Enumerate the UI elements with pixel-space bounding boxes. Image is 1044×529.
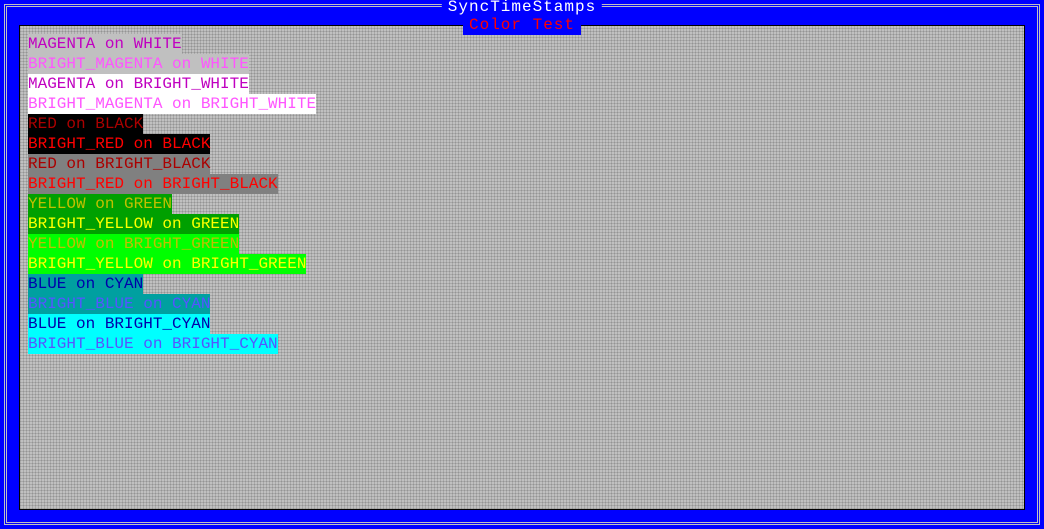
color-sample: BRIGHT_RED on BRIGHT_BLACK	[28, 174, 278, 194]
color-sample: BRIGHT_RED on BLACK	[28, 134, 210, 154]
color-sample: MAGENTA on WHITE	[28, 34, 182, 54]
color-sample: YELLOW on GREEN	[28, 194, 172, 214]
color-sample: RED on BLACK	[28, 114, 143, 134]
color-line: BRIGHT_RED on BLACK	[28, 134, 1016, 154]
color-line: BRIGHT_YELLOW on BRIGHT_GREEN	[28, 254, 1016, 274]
color-lines-container: MAGENTA on WHITEBRIGHT_MAGENTA on WHITEM…	[20, 26, 1024, 362]
color-line: BRIGHT_RED on BRIGHT_BLACK	[28, 174, 1016, 194]
color-line: BRIGHT_BLUE on BRIGHT_CYAN	[28, 334, 1016, 354]
color-sample: BRIGHT_YELLOW on BRIGHT_GREEN	[28, 254, 306, 274]
color-sample: RED on BRIGHT_BLACK	[28, 154, 210, 174]
color-line: BLUE on BRIGHT_CYAN	[28, 314, 1016, 334]
panel-title: Color Test	[463, 15, 581, 35]
color-sample: BLUE on CYAN	[28, 274, 143, 294]
color-sample: BRIGHT_BLUE on CYAN	[28, 294, 210, 314]
color-line: BRIGHT_BLUE on CYAN	[28, 294, 1016, 314]
color-sample: BRIGHT_MAGENTA on BRIGHT_WHITE	[28, 94, 316, 114]
color-line: RED on BRIGHT_BLACK	[28, 154, 1016, 174]
color-line: YELLOW on GREEN	[28, 194, 1016, 214]
color-sample: MAGENTA on BRIGHT_WHITE	[28, 74, 249, 94]
inner-panel: Color Test MAGENTA on WHITEBRIGHT_MAGENT…	[19, 25, 1025, 510]
color-line: BRIGHT_MAGENTA on BRIGHT_WHITE	[28, 94, 1016, 114]
color-line: YELLOW on BRIGHT_GREEN	[28, 234, 1016, 254]
color-line: RED on BLACK	[28, 114, 1016, 134]
color-line: BRIGHT_MAGENTA on WHITE	[28, 54, 1016, 74]
color-line: MAGENTA on WHITE	[28, 34, 1016, 54]
color-sample: BRIGHT_YELLOW on GREEN	[28, 214, 239, 234]
color-line: MAGENTA on BRIGHT_WHITE	[28, 74, 1016, 94]
color-line: BLUE on CYAN	[28, 274, 1016, 294]
color-sample: BRIGHT_MAGENTA on WHITE	[28, 54, 249, 74]
color-line: BRIGHT_YELLOW on GREEN	[28, 214, 1016, 234]
outer-frame: SyncTimeStamps Color Test MAGENTA on WHI…	[4, 4, 1040, 525]
color-sample: BRIGHT_BLUE on BRIGHT_CYAN	[28, 334, 278, 354]
color-sample: YELLOW on BRIGHT_GREEN	[28, 234, 239, 254]
color-sample: BLUE on BRIGHT_CYAN	[28, 314, 210, 334]
